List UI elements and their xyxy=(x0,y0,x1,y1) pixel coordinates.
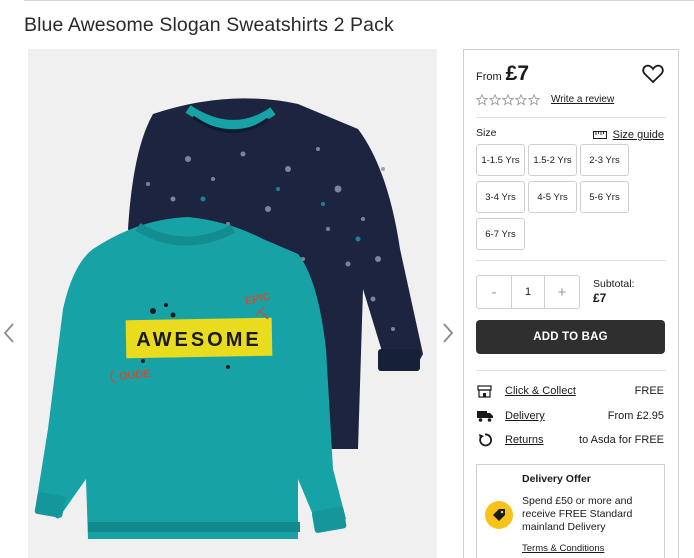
price-tag-icon xyxy=(485,501,513,529)
star-empty-icon xyxy=(515,94,527,106)
divider xyxy=(476,370,666,371)
slogan-text: AWESOME xyxy=(136,329,261,351)
star-empty-icon xyxy=(476,94,488,106)
delivery-link[interactable]: Delivery xyxy=(505,410,545,422)
size-option[interactable]: 1-1.5 Yrs xyxy=(476,144,525,176)
size-label: Size xyxy=(476,127,497,139)
price-value: £7 xyxy=(505,62,530,85)
size-option[interactable]: 4-5 Yrs xyxy=(528,181,577,213)
click-collect-row: Click & Collect FREE xyxy=(476,383,664,399)
chevron-right-icon xyxy=(443,323,454,343)
subtotal-label: Subtotal: xyxy=(593,278,635,290)
size-options: 1-1.5 Yrs 1.5-2 Yrs 2-3 Yrs 3-4 Yrs 4-5 … xyxy=(476,144,636,250)
store-icon xyxy=(476,384,493,398)
write-review-link[interactable]: Write a review xyxy=(551,94,614,105)
price-from-label: From xyxy=(476,71,502,83)
terms-link[interactable]: Terms & Conditions xyxy=(522,543,604,554)
divider xyxy=(476,260,666,261)
star-empty-icon xyxy=(489,94,501,106)
heart-outline-icon xyxy=(642,64,664,84)
size-option[interactable]: 6-7 Yrs xyxy=(476,218,525,250)
returns-link[interactable]: Returns xyxy=(505,434,544,446)
price: From £7 xyxy=(476,62,529,86)
star-empty-icon xyxy=(502,94,514,106)
quantity-increase-button[interactable]: + xyxy=(545,276,579,308)
click-collect-link[interactable]: Click & Collect xyxy=(505,385,576,397)
returns-row: Returns to Asda for FREE xyxy=(476,432,664,448)
product-title: Blue Awesome Slogan Sweatshirts 2 Pack xyxy=(24,14,394,36)
divider xyxy=(476,117,666,118)
size-guide-link[interactable]: Size guide xyxy=(592,129,664,141)
size-option[interactable]: 2-3 Yrs xyxy=(580,144,629,176)
quantity-decrease-button[interactable]: - xyxy=(477,276,511,308)
quantity-input[interactable]: 1 xyxy=(511,276,545,308)
add-to-bag-button[interactable]: ADD TO BAG xyxy=(476,320,665,354)
size-option[interactable]: 1.5-2 Yrs xyxy=(528,144,577,176)
rating-stars xyxy=(476,94,540,106)
subtotal: Subtotal: £7 xyxy=(593,278,634,305)
size-option[interactable]: 3-4 Yrs xyxy=(476,181,525,213)
size-option[interactable]: 5-6 Yrs xyxy=(580,181,629,213)
ruler-icon xyxy=(592,131,607,139)
returns-value: to Asda for FREE xyxy=(579,434,664,446)
star-empty-icon xyxy=(528,94,540,106)
sweatshirts-illustration: AWESOME EPIC DUDE xyxy=(34,98,423,539)
chevron-left-icon xyxy=(3,323,14,343)
product-image[interactable]: AWESOME EPIC DUDE xyxy=(28,49,437,558)
top-divider xyxy=(24,0,694,1)
wishlist-button[interactable] xyxy=(642,64,664,84)
delivery-offer: Delivery Offer Spend £50 or more and rec… xyxy=(476,464,665,558)
size-guide-label: Size guide xyxy=(612,129,664,141)
truck-icon xyxy=(476,409,493,423)
delivery-row: Delivery From £2.95 xyxy=(476,408,664,424)
click-collect-value: FREE xyxy=(634,385,664,397)
quantity-stepper: - 1 + xyxy=(476,275,580,309)
subtotal-value: £7 xyxy=(593,291,607,305)
delivery-value: From £2.95 xyxy=(607,410,664,422)
gallery-prev-button[interactable] xyxy=(2,322,16,344)
gallery-next-button[interactable] xyxy=(441,322,455,344)
returns-icon xyxy=(476,433,493,447)
buy-box: From £7 Write a review Size Size guide 1… xyxy=(463,49,679,558)
offer-text: Spend £50 or more and receive FREE Stand… xyxy=(522,495,633,533)
offer-title: Delivery Offer xyxy=(522,473,591,485)
